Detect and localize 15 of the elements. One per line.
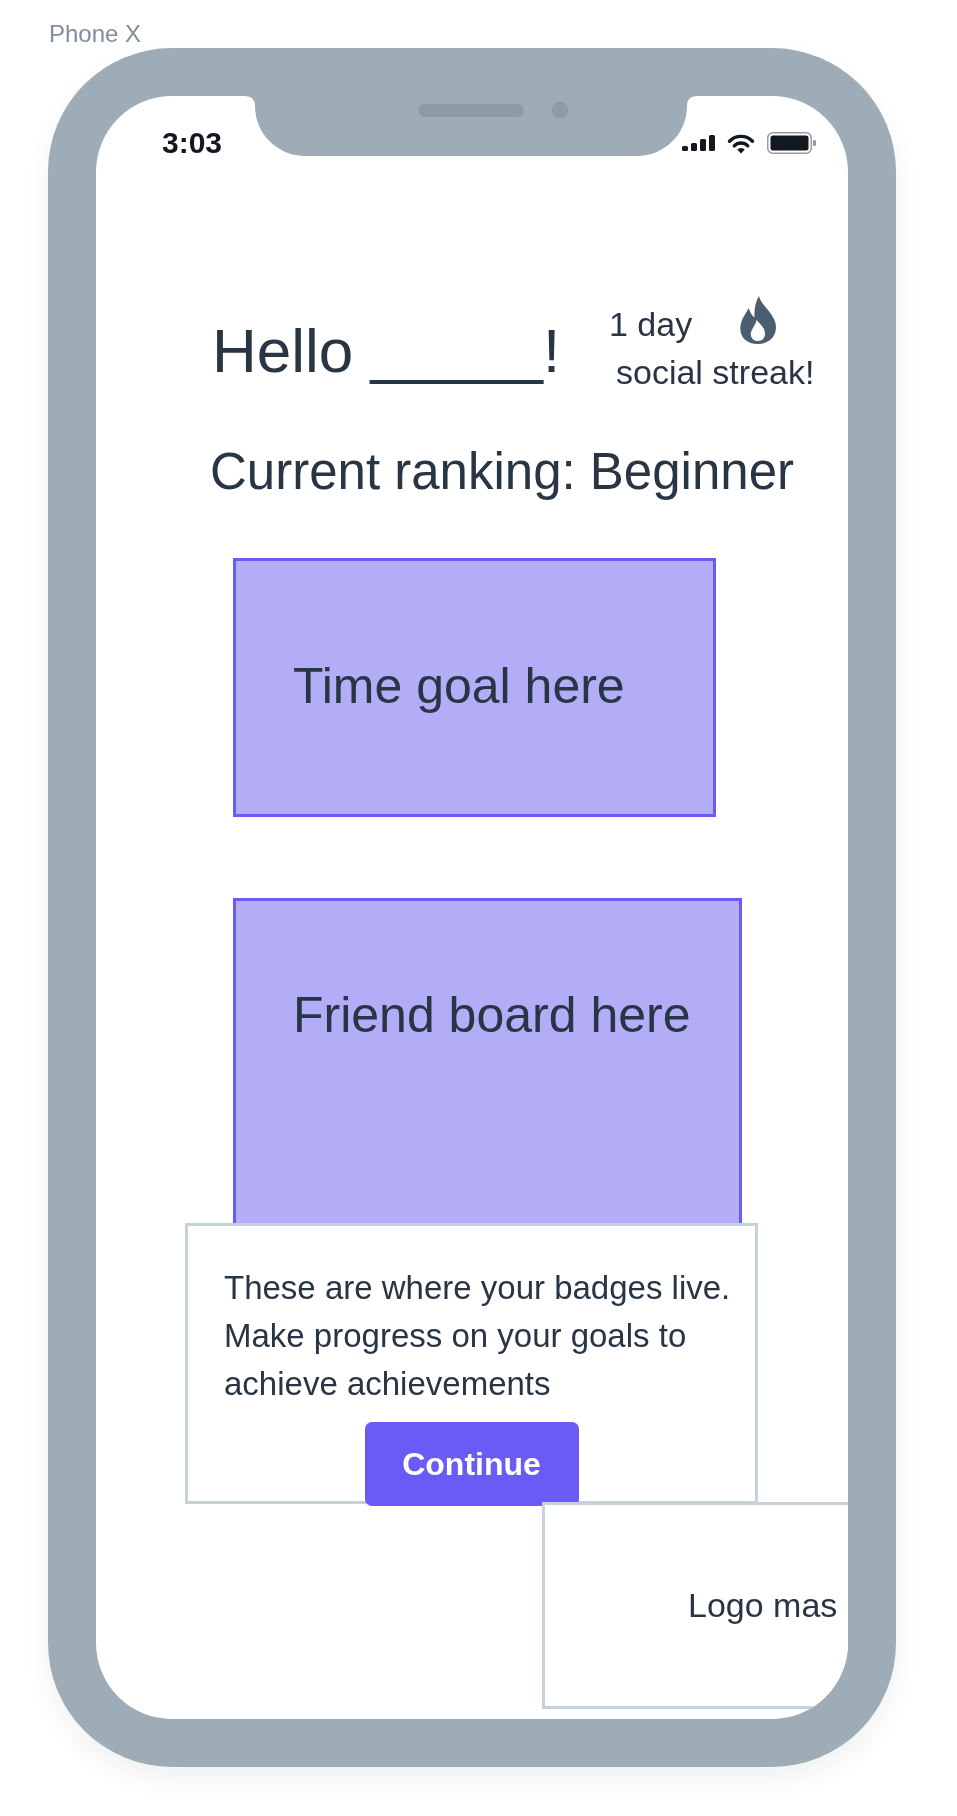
status-time: 3:03: [162, 128, 223, 158]
continue-button[interactable]: Continue: [364, 1422, 579, 1506]
card-title: Friend board here: [293, 986, 691, 1045]
greeting-heading: Hello _____!: [212, 315, 561, 387]
panel-label: Logo mas: [688, 1585, 838, 1626]
card-title: Time goal here: [293, 658, 625, 716]
popup-message: These are where your badges live. Make progress on your goals to achieve achievements: [224, 1268, 732, 1404]
signal-icon: [682, 135, 715, 151]
battery-icon: [767, 132, 816, 154]
flame-icon: [739, 296, 778, 344]
streak-count: 1 day: [609, 304, 693, 345]
device-label: Phone X: [49, 22, 142, 46]
streak-label: social streak!: [616, 352, 815, 393]
wifi-icon: [726, 132, 756, 154]
ranking-text: Current ranking: Beginner: [210, 443, 794, 502]
